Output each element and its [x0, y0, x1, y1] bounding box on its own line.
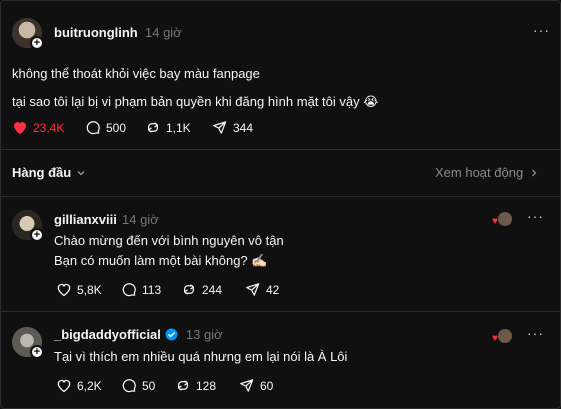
author-liked-avatar: [498, 329, 512, 343]
divider: [1, 311, 560, 312]
comment-icon: [122, 379, 136, 393]
repost-icon: [184, 284, 194, 295]
reply-avatar[interactable]: +: [12, 210, 44, 242]
main-post-avatar[interactable]: +: [12, 18, 44, 50]
follow-plus-icon[interactable]: +: [30, 345, 44, 359]
more-icon[interactable]: ···: [527, 208, 544, 224]
verified-badge-icon: [165, 328, 178, 341]
main-post-username[interactable]: buitruonglinh: [54, 25, 138, 40]
share-count: 42: [266, 282, 280, 297]
comment-button[interactable]: 50: [121, 378, 155, 393]
comment-count: 50: [142, 378, 156, 393]
reply-username[interactable]: _bigdaddyofficial: [54, 327, 161, 342]
follow-plus-icon[interactable]: +: [30, 36, 44, 50]
author-liked-avatar: [498, 212, 512, 226]
repost-icon: [178, 380, 188, 391]
repost-count: 244: [202, 282, 223, 297]
comment-button[interactable]: 500: [85, 120, 126, 135]
share-button[interactable]: 60: [239, 378, 273, 393]
reply-time: 13 giờ: [185, 327, 223, 342]
view-activity-label: Xem hoạt động: [435, 165, 524, 180]
like-button[interactable]: 23,4K: [12, 120, 64, 135]
more-icon[interactable]: ···: [527, 325, 544, 341]
more-icon[interactable]: ···: [533, 22, 550, 38]
share-count: 344: [233, 120, 254, 135]
repost-icon: [148, 122, 158, 133]
comment-icon: [122, 283, 136, 297]
sort-label: Hàng đầu: [12, 165, 72, 180]
main-post-text-line2-body: tại sao tôi lại bị vi phạm bản quyền khi…: [12, 94, 360, 109]
follow-plus-icon[interactable]: +: [30, 228, 44, 242]
like-button[interactable]: 5,8K: [56, 282, 102, 297]
sort-dropdown[interactable]: Hàng đầu: [12, 165, 86, 180]
divider: [1, 196, 560, 197]
reply-time: 14 giờ: [122, 212, 159, 227]
share-icon: [240, 379, 254, 392]
view-activity-link[interactable]: Xem hoạt động: [435, 165, 539, 180]
comment-button[interactable]: 113: [121, 282, 161, 297]
main-post-text-line1: không thể thoát khỏi việc bay màu fanpag…: [12, 66, 260, 81]
comment-icon: [86, 121, 100, 135]
comment-count: 113: [142, 282, 162, 297]
reply-text-line1: Tại vì thích em nhiều quá nhưng em lại n…: [54, 349, 348, 364]
repost-button[interactable]: 128: [175, 378, 216, 393]
heart-icon: [14, 122, 26, 135]
like-button[interactable]: 6,2K: [56, 378, 102, 393]
repost-button[interactable]: 244: [181, 282, 222, 297]
repost-button[interactable]: 1,1K: [145, 120, 191, 135]
chevron-right-icon: [532, 169, 537, 176]
repost-count: 128: [196, 378, 217, 393]
heart-icon: [57, 283, 71, 297]
heart-icon: ♥: [492, 333, 498, 344]
heart-icon: [57, 379, 71, 393]
share-button[interactable]: 42: [245, 282, 279, 297]
reply-username[interactable]: gillianxviii: [54, 212, 117, 227]
reply-avatar[interactable]: +: [12, 327, 44, 359]
main-post-time: 14 giờ: [145, 25, 182, 40]
reply-text-line2: Bạn có muốn làm một bài không? ✍🏻: [54, 253, 268, 268]
crying-emoji: 😭: [363, 94, 379, 109]
like-count: 23,4K: [33, 120, 65, 135]
repost-count: 1,1K: [166, 120, 191, 135]
share-button[interactable]: 344: [212, 120, 253, 135]
share-icon: [213, 121, 227, 134]
share-icon: [246, 283, 260, 296]
like-count: 6,2K: [77, 378, 102, 393]
share-count: 60: [260, 378, 274, 393]
reply-username-row: _bigdaddyofficial 13 giờ: [54, 327, 223, 342]
comment-count: 500: [106, 120, 127, 135]
chevron-down-icon: [77, 170, 85, 175]
reply-text-line1: Chào mừng đến với bình nguyên vô tận: [54, 233, 284, 248]
divider: [1, 149, 560, 150]
like-count: 5,8K: [77, 282, 102, 297]
main-post-text-line2: tại sao tôi lại bị vi phạm bản quyền khi…: [12, 94, 378, 110]
heart-icon: ♥: [492, 216, 498, 227]
thread-view: + buitruonglinh 14 giờ ··· không thể tho…: [0, 0, 561, 409]
